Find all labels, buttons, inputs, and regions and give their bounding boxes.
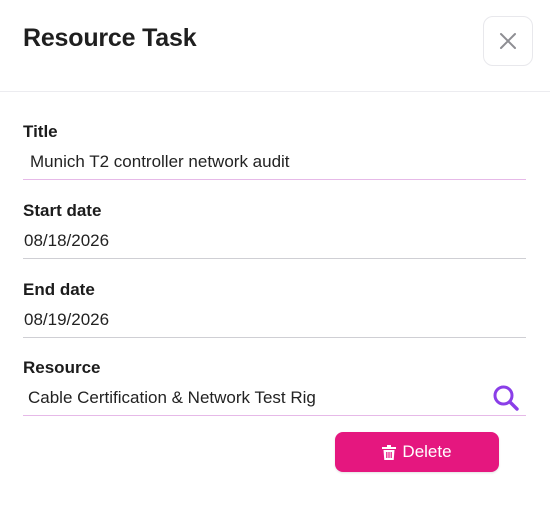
dialog-title: Resource Task <box>23 24 197 52</box>
start-date-input[interactable]: 08/18/2026 <box>23 223 526 259</box>
end-date-input[interactable]: 08/19/2026 <box>23 302 526 338</box>
search-icon <box>493 385 519 411</box>
end-date-field-group: End date 08/19/2026 <box>23 280 526 342</box>
resource-input[interactable]: Cable Certification & Network Test Rig <box>23 380 526 416</box>
title-label: Title <box>23 122 58 141</box>
end-date-label: End date <box>23 280 95 299</box>
resource-task-dialog: Resource Task Title Munich T2 controller… <box>0 0 550 523</box>
resource-search-button[interactable] <box>490 382 522 414</box>
resource-field-group: Resource Cable Certification & Network T… <box>23 358 526 420</box>
start-date-label: Start date <box>23 201 102 220</box>
resource-value: Cable Certification & Network Test Rig <box>28 387 316 407</box>
title-input[interactable]: Munich T2 controller network audit <box>23 144 526 180</box>
dialog-header: Resource Task <box>0 0 550 92</box>
title-field-group: Title Munich T2 controller network audit <box>23 122 526 184</box>
end-date-value: 08/19/2026 <box>24 309 110 329</box>
trash-icon <box>382 444 397 460</box>
start-date-value: 08/18/2026 <box>24 230 110 250</box>
resource-label: Resource <box>23 358 101 377</box>
start-date-field-group: Start date 08/18/2026 <box>23 201 526 263</box>
delete-label: Delete <box>402 442 452 461</box>
close-icon <box>500 33 516 49</box>
close-button[interactable] <box>483 16 533 66</box>
delete-button[interactable]: Delete <box>335 432 499 472</box>
title-value: Munich T2 controller network audit <box>30 151 290 171</box>
